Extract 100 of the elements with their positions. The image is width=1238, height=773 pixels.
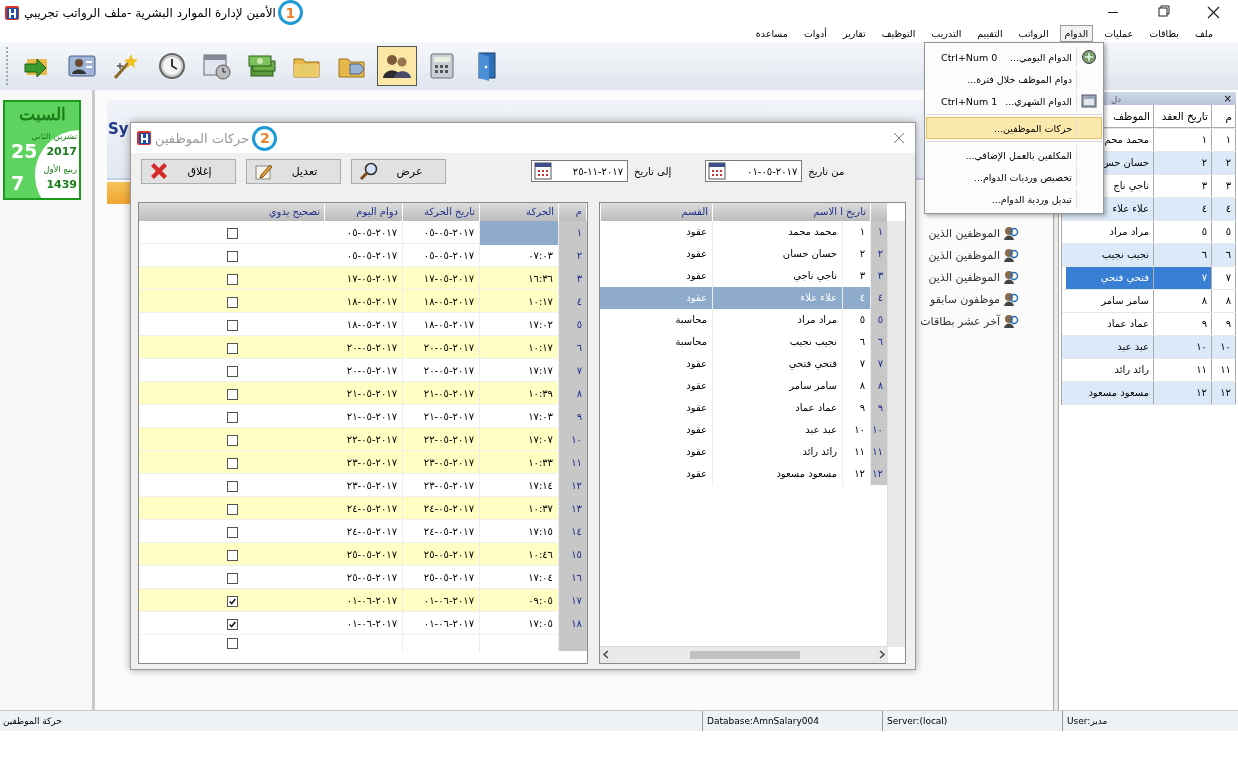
from-date-field[interactable]: ٠١-٠٥-٢٠١٧ (705, 160, 803, 182)
checkbox[interactable] (226, 503, 238, 515)
table-row[interactable]: ١٠ ١٠ عبد عبد (1062, 336, 1236, 359)
report-link[interactable]: آخر عشر بطاقات (920, 314, 1000, 328)
menu-item[interactable]: التدريب (926, 25, 967, 42)
table-cell: ٢١-٠٥-٢٠١٧ (325, 382, 403, 406)
menu-item[interactable]: التوظيف (876, 25, 921, 42)
table-cell[interactable]: ١٠:٣٣ (480, 451, 559, 475)
status-pane: Database:AmnSalary004 (707, 716, 820, 726)
table-cell: ٥ (1212, 221, 1236, 243)
table-row[interactable]: ٨ ٨ سامر سامر (1062, 290, 1236, 313)
table-cell: ١٠ (1212, 336, 1236, 358)
menu-item[interactable]: الدوام (1059, 25, 1094, 42)
table-cell: ١٠ (843, 419, 871, 442)
table-cell[interactable]: ١٠:٤٦ (480, 543, 559, 567)
table-cell: ٢٠-٠٥-٢٠١٧ (403, 336, 480, 360)
table-cell: ٢٥-٠٥-٢٠١٧ (403, 543, 480, 567)
table-cell: عقود (601, 441, 713, 464)
checkbox[interactable] (226, 595, 238, 607)
menu-item[interactable]: الرواتب (1013, 25, 1054, 42)
toolbar-button[interactable] (377, 46, 417, 86)
menu-option[interactable]: حركات الموظفين... (926, 117, 1102, 139)
menu-item[interactable]: ملف (1189, 25, 1218, 42)
table-row[interactable]: ١٢ ١٢ مسعود مسعود (1062, 382, 1236, 405)
row-header: ٦ (559, 336, 587, 360)
table-cell: ٢٣-٠٥-٢٠١٧ (403, 451, 480, 475)
column-header: م (1212, 105, 1236, 128)
table-cell[interactable]: ١٠:٣٩ (480, 382, 559, 406)
table-cell[interactable] (480, 221, 559, 245)
table-cell: ٧ (843, 353, 871, 376)
table-cell: ٢١-٠٥-٢٠١٧ (403, 382, 480, 406)
close-icon[interactable] (893, 132, 905, 144)
checkbox[interactable] (226, 638, 238, 649)
report-link[interactable]: الموظفين الذين (928, 226, 1000, 240)
table-cell: مسعود مسعود (713, 463, 843, 486)
row-header: ١٧ (559, 589, 587, 613)
checkbox[interactable] (226, 411, 238, 423)
checkbox[interactable] (226, 480, 238, 492)
table-cell[interactable]: ١٠:١٧ (480, 290, 559, 314)
row-header: ١٢ (559, 474, 587, 498)
app-icon (136, 130, 152, 146)
table-row[interactable]: ٧ ٧ فتحي فتحي (1062, 267, 1236, 290)
table-cell: مراد مراد (1066, 221, 1154, 243)
menu-item[interactable]: مساعدة (750, 25, 793, 42)
column-header: م (559, 203, 587, 221)
row-header: ١٦ (559, 566, 587, 590)
close-button[interactable]: × (1223, 93, 1232, 104)
menu-item[interactable]: عمليات (1099, 25, 1139, 42)
checkbox[interactable] (226, 342, 238, 354)
table-cell: ٥ (843, 309, 871, 332)
close-button[interactable]: إغلاق (141, 158, 236, 184)
table-cell: عماد عماد (1066, 313, 1154, 335)
table-row[interactable]: ٤ ٤ علاء علاء عقود (600, 287, 888, 309)
report-link[interactable]: موظفون سابقو (929, 292, 1000, 306)
hijri-year: 1439 (46, 178, 77, 191)
table-cell[interactable]: ١٠:١٧ (480, 336, 559, 360)
menu-option[interactable]: المكلفين بالعمل الإضافي... (926, 144, 1102, 166)
menu-option[interactable]: دوام الموظف خلال فترة... (926, 68, 1102, 90)
menu-item[interactable]: التقييم (972, 25, 1008, 42)
checkbox[interactable] (226, 549, 238, 561)
checkbox[interactable] (226, 572, 238, 584)
menu-item[interactable]: بطاقات (1144, 25, 1184, 42)
view-button[interactable]: عرض (351, 158, 446, 184)
to-date-field[interactable]: ٢٥-١١-٢٠١٧ (531, 160, 628, 182)
checkbox[interactable] (226, 365, 238, 377)
table-cell[interactable]: ١٠:٣٧ (480, 497, 559, 521)
checkbox[interactable] (226, 388, 238, 400)
checkbox[interactable] (226, 434, 238, 446)
checkbox[interactable] (226, 250, 238, 262)
gregorian-day: 25 (11, 140, 38, 162)
checkbox[interactable] (226, 273, 238, 285)
checkbox[interactable] (226, 227, 238, 239)
table-cell: نجيب نجيب (1066, 244, 1154, 266)
clock-icon (156, 50, 188, 82)
shortcut-text: Ctrl+Num 1 (940, 95, 998, 107)
annotation-badge: 2 (252, 125, 278, 151)
menu-item[interactable]: تقارير (837, 25, 871, 42)
checkbox[interactable] (226, 319, 238, 331)
table-cell: عقود (601, 243, 713, 266)
edit-button[interactable]: تعديل (246, 158, 341, 184)
checkbox[interactable] (226, 296, 238, 308)
checkbox[interactable] (226, 457, 238, 469)
people-search-icon (1003, 292, 1019, 306)
report-link[interactable]: الموظفين الذين (928, 270, 1000, 284)
table-cell: ٨ (1212, 290, 1236, 312)
people-search-icon (1003, 270, 1019, 284)
menu-item[interactable]: أدوات (798, 25, 832, 42)
table-cell: ٩ (1154, 313, 1212, 335)
table-cell: ٢٤-٠٥-٢٠١٧ (325, 497, 403, 521)
checkbox[interactable] (226, 618, 238, 630)
checkbox[interactable] (226, 526, 238, 538)
table-cell[interactable]: ٠٩:٠٥ (480, 589, 559, 613)
table-row[interactable]: ٦ ٦ نجيب نجيب (1062, 244, 1236, 267)
row-header: ١٤ (559, 520, 587, 544)
report-link[interactable]: الموظفين الذين (928, 248, 1000, 262)
dialog-title: حركات الموظفين (155, 130, 250, 146)
table-cell: ١ (843, 221, 871, 244)
table-cell: عقود (601, 375, 713, 398)
table-cell: عبد عبد (1066, 336, 1154, 358)
table-cell: عقود (601, 353, 713, 376)
